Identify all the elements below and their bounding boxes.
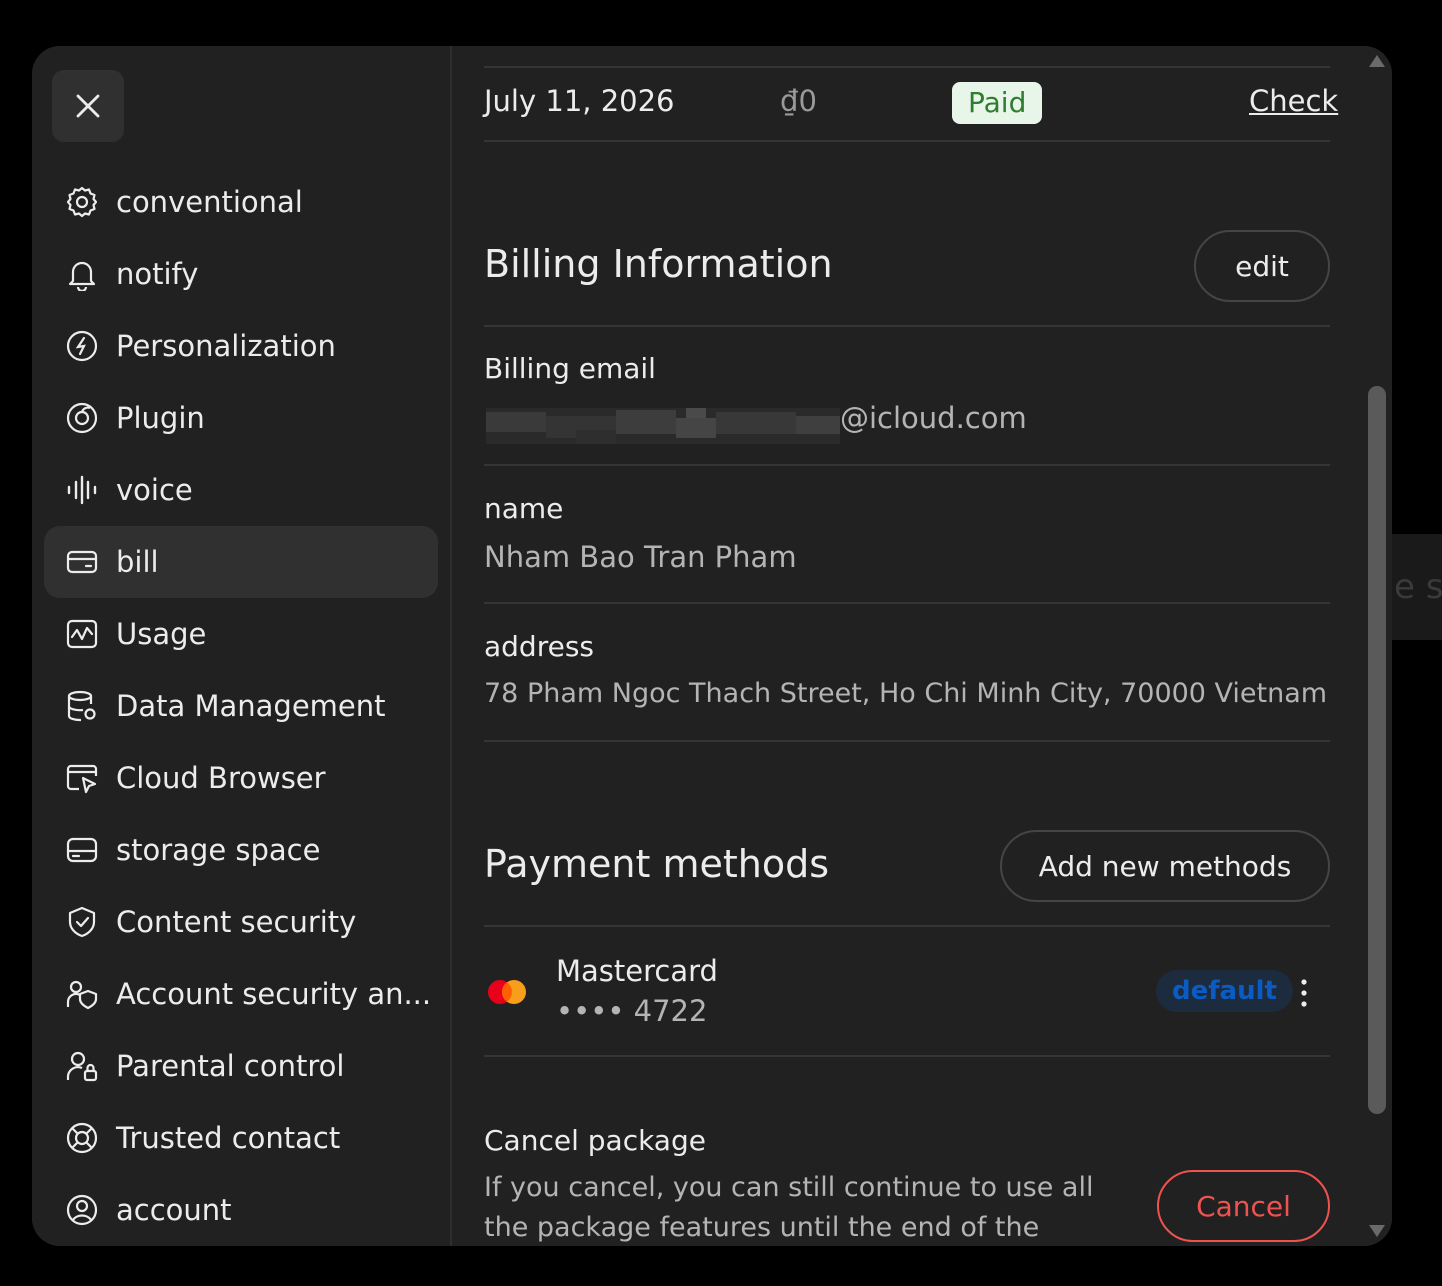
sidebar-item-label: notify bbox=[116, 257, 199, 291]
sidebar-item-label: Content security bbox=[116, 905, 357, 939]
sidebar-item-label: Account security an... bbox=[116, 977, 432, 1011]
backdrop-partial-text: e sp bbox=[1392, 534, 1442, 640]
divider bbox=[484, 464, 1330, 466]
sidebar-item-label: Parental control bbox=[116, 1049, 345, 1083]
sidebar-item-label: storage space bbox=[116, 833, 321, 867]
check-invoice-link[interactable]: Check bbox=[1249, 84, 1338, 118]
sidebar-item-conventional[interactable]: conventional bbox=[44, 166, 438, 238]
add-payment-method-button[interactable]: Add new methods bbox=[1000, 830, 1330, 902]
card-more-options-button[interactable] bbox=[1292, 974, 1316, 1014]
divider bbox=[484, 325, 1330, 327]
billing-email-label: Billing email bbox=[484, 352, 656, 385]
address-value: 78 Pham Ngoc Thach Street, Ho Chi Minh C… bbox=[484, 678, 1328, 709]
sidebar-item-plugin[interactable]: Plugin bbox=[44, 382, 438, 454]
cancel-description-line-2: the package features until the end of th… bbox=[484, 1212, 1040, 1243]
card-number: •••• 4722 bbox=[556, 994, 708, 1028]
invoice-amount: ₫0 bbox=[780, 84, 817, 118]
name-value: Nham Bao Tran Pham bbox=[484, 540, 797, 574]
sidebar-item-content-security[interactable]: Content security bbox=[44, 886, 438, 958]
sidebar-item-label: voice bbox=[116, 473, 193, 507]
close-icon bbox=[76, 94, 100, 118]
settings-sidebar: conventional notify Personalization Plug… bbox=[32, 46, 452, 1246]
mastercard-logo-icon bbox=[488, 980, 526, 1004]
cloud-browser-icon bbox=[64, 760, 100, 796]
sidebar-item-label: Plugin bbox=[116, 401, 205, 435]
sidebar-item-label: account bbox=[116, 1193, 232, 1227]
sidebar-item-label: bill bbox=[116, 545, 159, 579]
scroll-down-arrow-icon[interactable] bbox=[1368, 1224, 1386, 1238]
divider bbox=[484, 602, 1330, 604]
shield-check-icon bbox=[64, 904, 100, 940]
edit-billing-button[interactable]: edit bbox=[1194, 230, 1330, 302]
sidebar-item-data-management[interactable]: Data Management bbox=[44, 670, 438, 742]
personalization-icon bbox=[64, 328, 100, 364]
cancel-description-line-1: If you cancel, you can still continue to… bbox=[484, 1172, 1094, 1203]
close-button[interactable] bbox=[52, 70, 124, 142]
divider bbox=[484, 1055, 1330, 1057]
credit-card-icon bbox=[64, 544, 100, 580]
gear-icon bbox=[64, 184, 100, 220]
sidebar-item-cloud-browser[interactable]: Cloud Browser bbox=[44, 742, 438, 814]
more-vertical-icon bbox=[1301, 979, 1307, 1007]
settings-modal: conventional notify Personalization Plug… bbox=[32, 46, 1392, 1246]
billing-email-domain: @icloud.com bbox=[840, 401, 1027, 435]
sidebar-item-label: Trusted contact bbox=[116, 1121, 341, 1155]
database-gear-icon bbox=[64, 688, 100, 724]
billing-content: July 11, 2026 ₫0 Paid Check Billing Info… bbox=[452, 46, 1392, 1246]
sidebar-item-bill[interactable]: bill bbox=[44, 526, 438, 598]
storage-drive-icon bbox=[64, 832, 100, 868]
bell-icon bbox=[64, 256, 100, 292]
divider bbox=[484, 140, 1330, 142]
voice-wave-icon bbox=[64, 472, 100, 508]
sidebar-item-account-security[interactable]: Account security an... bbox=[44, 958, 438, 1030]
divider bbox=[484, 925, 1330, 927]
sidebar-item-personalization[interactable]: Personalization bbox=[44, 310, 438, 382]
address-label: address bbox=[484, 630, 595, 663]
divider bbox=[484, 66, 1330, 68]
account-security-icon bbox=[64, 976, 100, 1012]
default-badge: default bbox=[1156, 970, 1293, 1012]
parental-lock-icon bbox=[64, 1048, 100, 1084]
name-label: name bbox=[484, 492, 564, 525]
divider bbox=[484, 740, 1330, 742]
sidebar-item-voice[interactable]: voice bbox=[44, 454, 438, 526]
sidebar-item-notify[interactable]: notify bbox=[44, 238, 438, 310]
usage-chart-icon bbox=[64, 616, 100, 652]
sidebar-item-label: Cloud Browser bbox=[116, 761, 326, 795]
billing-information-title: Billing Information bbox=[484, 242, 833, 286]
scroll-up-arrow-icon[interactable] bbox=[1368, 54, 1386, 68]
invoice-date: July 11, 2026 bbox=[484, 84, 675, 118]
plugin-icon bbox=[64, 400, 100, 436]
sidebar-item-label: conventional bbox=[116, 185, 303, 219]
sidebar-item-parental-control[interactable]: Parental control bbox=[44, 1030, 438, 1102]
scrollbar-thumb[interactable] bbox=[1368, 386, 1386, 1114]
sidebar-item-account[interactable]: account bbox=[44, 1174, 438, 1246]
sidebar-item-label: Personalization bbox=[116, 329, 336, 363]
paid-status-badge: Paid bbox=[952, 82, 1043, 124]
cancel-package-title: Cancel package bbox=[484, 1124, 706, 1157]
card-brand: Mastercard bbox=[556, 954, 718, 988]
redacted-email-blur bbox=[486, 408, 840, 444]
sidebar-item-usage[interactable]: Usage bbox=[44, 598, 438, 670]
user-circle-icon bbox=[64, 1192, 100, 1228]
lifebuoy-icon bbox=[64, 1120, 100, 1156]
cancel-package-button[interactable]: Cancel bbox=[1157, 1170, 1330, 1242]
sidebar-item-label: Usage bbox=[116, 617, 207, 651]
sidebar-item-label: Data Management bbox=[116, 689, 386, 723]
payment-methods-title: Payment methods bbox=[484, 842, 829, 886]
sidebar-item-trusted-contact[interactable]: Trusted contact bbox=[44, 1102, 438, 1174]
sidebar-item-storage-space[interactable]: storage space bbox=[44, 814, 438, 886]
